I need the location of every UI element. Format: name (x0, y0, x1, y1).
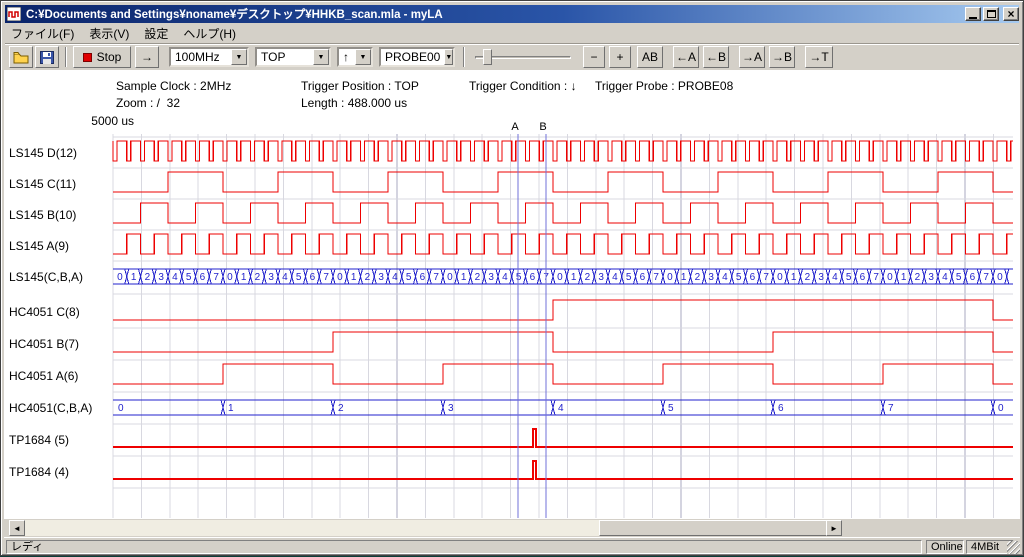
svg-text:3: 3 (158, 272, 164, 283)
svg-text:5: 5 (406, 272, 412, 283)
svg-text:5: 5 (956, 272, 962, 283)
svg-text:4: 4 (612, 272, 618, 283)
scroll-left-icon: ◄ (13, 524, 21, 533)
scroll-left-button[interactable]: ◄ (9, 520, 25, 536)
svg-text:6: 6 (310, 272, 316, 283)
scroll-strip: ◄ ► (4, 519, 1020, 537)
svg-text:2: 2 (338, 403, 344, 414)
channel-label: LS145 D(12) (9, 146, 77, 160)
svg-text:7: 7 (213, 272, 219, 283)
svg-text:3: 3 (928, 272, 934, 283)
scroll-right-button[interactable]: ► (826, 520, 842, 536)
channel-label: LS145(C,B,A) (9, 270, 83, 284)
svg-text:6: 6 (750, 272, 756, 283)
svg-text:3: 3 (598, 272, 604, 283)
channel-label: HC4051 A(6) (9, 369, 78, 383)
svg-text:0: 0 (447, 272, 453, 283)
svg-text:7: 7 (983, 272, 989, 283)
svg-text:2: 2 (585, 272, 591, 283)
svg-text:1: 1 (681, 272, 687, 283)
svg-text:4: 4 (282, 272, 288, 283)
svg-text:3: 3 (488, 272, 494, 283)
svg-text:5: 5 (668, 403, 674, 414)
svg-text:3: 3 (818, 272, 824, 283)
svg-text:0: 0 (997, 272, 1003, 283)
svg-text:5: 5 (186, 272, 192, 283)
svg-text:4: 4 (392, 272, 398, 283)
svg-text:1: 1 (571, 272, 577, 283)
svg-text:1: 1 (351, 272, 357, 283)
svg-text:2: 2 (915, 272, 921, 283)
svg-text:6: 6 (778, 403, 784, 414)
svg-text:3: 3 (268, 272, 274, 283)
svg-text:0: 0 (118, 403, 124, 414)
status-online: Online (926, 540, 964, 554)
svg-text:4: 4 (558, 403, 564, 414)
cursor-label-B: B (539, 121, 546, 133)
svg-text:7: 7 (653, 272, 659, 283)
horizontal-scrollbar[interactable]: ◄ ► (9, 520, 842, 536)
svg-text:2: 2 (475, 272, 481, 283)
svg-text:4: 4 (942, 272, 948, 283)
svg-text:7: 7 (888, 403, 894, 414)
svg-text:7: 7 (873, 272, 879, 283)
app-window: C:¥Documents and Settings¥noname¥デスクトップ¥… (0, 0, 1024, 556)
svg-text:3: 3 (708, 272, 714, 283)
svg-text:2: 2 (805, 272, 811, 283)
svg-text:7: 7 (323, 272, 329, 283)
svg-text:1: 1 (131, 272, 137, 283)
svg-text:0: 0 (227, 272, 233, 283)
svg-text:6: 6 (530, 272, 536, 283)
cursor-label-A: A (511, 121, 519, 133)
svg-text:2: 2 (695, 272, 701, 283)
svg-text:2: 2 (145, 272, 151, 283)
svg-text:0: 0 (887, 272, 893, 283)
svg-text:3: 3 (378, 272, 384, 283)
svg-text:1: 1 (901, 272, 907, 283)
svg-text:7: 7 (763, 272, 769, 283)
svg-text:6: 6 (970, 272, 976, 283)
svg-text:6: 6 (200, 272, 206, 283)
svg-text:6: 6 (640, 272, 646, 283)
channel-label: HC4051 C(8) (9, 305, 80, 319)
svg-text:3: 3 (448, 403, 454, 414)
channel-label: TP1684 (4) (9, 465, 69, 479)
svg-text:1: 1 (228, 403, 234, 414)
scrollbar-thumb[interactable] (599, 520, 827, 536)
svg-text:2: 2 (365, 272, 371, 283)
channel-label: LS145 C(11) (9, 177, 76, 191)
svg-text:6: 6 (420, 272, 426, 283)
svg-text:0: 0 (777, 272, 783, 283)
channel-label: LS145 A(9) (9, 239, 69, 253)
svg-text:0: 0 (557, 272, 563, 283)
scroll-right-icon: ► (830, 524, 838, 533)
svg-text:4: 4 (722, 272, 728, 283)
svg-text:5: 5 (296, 272, 302, 283)
channel-label: TP1684 (5) (9, 433, 69, 447)
waveform-plot[interactable]: LS145 D(12) LS145 C(11) LS145 B(10) LS145 A… (1, 1, 1024, 557)
svg-text:5: 5 (736, 272, 742, 283)
svg-text:0: 0 (337, 272, 343, 283)
svg-text:5: 5 (516, 272, 522, 283)
svg-text:1: 1 (461, 272, 467, 283)
svg-text:5: 5 (846, 272, 852, 283)
svg-text:4: 4 (172, 272, 178, 283)
resize-grip[interactable] (1007, 541, 1020, 554)
channel-label: LS145 B(10) (9, 208, 76, 222)
channel-label: HC4051 B(7) (9, 337, 79, 351)
svg-text:1: 1 (791, 272, 797, 283)
svg-text:4: 4 (502, 272, 508, 283)
channel-label: HC4051(C,B,A) (9, 401, 92, 415)
svg-text:0: 0 (998, 403, 1004, 414)
svg-text:7: 7 (433, 272, 439, 283)
svg-text:5: 5 (626, 272, 632, 283)
status-bar: レディ Online 4MBit (4, 537, 1020, 554)
svg-text:6: 6 (860, 272, 866, 283)
svg-text:2: 2 (255, 272, 261, 283)
svg-text:4: 4 (832, 272, 838, 283)
status-ready: レディ (6, 540, 922, 554)
svg-text:0: 0 (117, 272, 123, 283)
svg-text:1: 1 (241, 272, 247, 283)
svg-text:0: 0 (667, 272, 673, 283)
